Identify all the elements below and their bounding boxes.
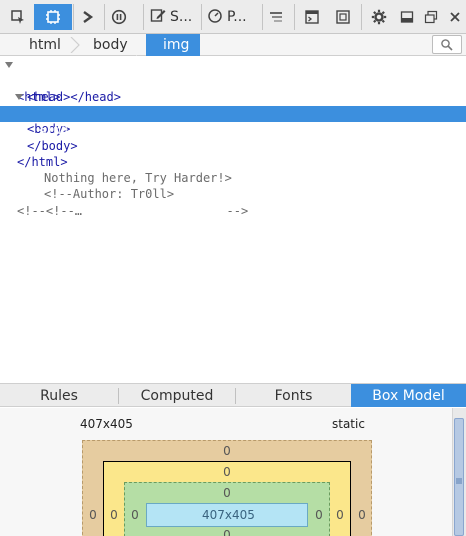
performance-tab[interactable]: P...: [207, 4, 261, 30]
markup-node-head[interactable]: <head></head>: [0, 73, 466, 104]
border-right-value[interactable]: 0: [330, 508, 350, 522]
grip-icon: [456, 478, 462, 484]
stopwatch-icon: [207, 7, 223, 27]
markup-view: <html> <head></head> <body> <img src="tr…: [0, 57, 466, 382]
markup-node-img[interactable]: <img src="tr0ll_again.jpg"></img>: [0, 106, 466, 137]
margin-top-value[interactable]: 0: [217, 444, 237, 458]
tab-computed[interactable]: Computed: [119, 384, 235, 407]
console-tab-icon[interactable]: [76, 4, 100, 30]
box-position: static: [332, 417, 365, 431]
gear-icon[interactable]: [367, 4, 391, 30]
box-model-panel: 407x405 static 0 0 0 407x405 0 0 0 0 0 0…: [0, 408, 466, 536]
pencil-icon: [150, 7, 166, 27]
tab-fonts[interactable]: Fonts: [236, 384, 351, 407]
markup-node-html[interactable]: <html>: [0, 57, 466, 104]
markup-comment-node[interactable]: <!--Author: Tr0ll>: [0, 170, 466, 201]
sidebar-tabs: Rules Computed Fonts Box Model: [0, 383, 466, 407]
responsive-design-icon[interactable]: [331, 4, 355, 30]
padding-bottom-value[interactable]: 0: [217, 528, 237, 536]
margin-right-value[interactable]: 0: [352, 508, 372, 522]
devtools-toolbar: S... P...: [0, 0, 466, 34]
expand-triangle-icon[interactable]: [5, 62, 13, 68]
scrollbar-thumb[interactable]: [454, 418, 464, 536]
breadcrumb-item-html[interactable]: html: [29, 34, 61, 56]
box-dimensions: 407x405: [80, 417, 133, 431]
style-editor-label: S...: [170, 9, 193, 25]
tab-box-model[interactable]: Box Model: [351, 384, 466, 407]
search-icon: [441, 39, 453, 51]
close-icon[interactable]: [444, 4, 466, 30]
undock-window-icon[interactable]: [420, 4, 442, 30]
border-top-value[interactable]: 0: [217, 465, 237, 479]
markup-comment-node[interactable]: <!--<!--… -->: [0, 187, 466, 218]
breadcrumb-item-img[interactable]: img: [146, 34, 200, 56]
markup-node-body-close[interactable]: </body>: [0, 122, 466, 153]
style-editor-tab[interactable]: S...: [150, 4, 200, 30]
markup-node-html-close[interactable]: </html>: [0, 138, 466, 169]
performance-label: P...: [227, 9, 247, 25]
inspector-tab-icon[interactable]: [34, 4, 72, 30]
markup-text-node[interactable]: Nothing here, Try Harder!>: [0, 154, 466, 185]
border-left-value[interactable]: 0: [104, 508, 124, 522]
pick-element-icon[interactable]: [6, 4, 30, 30]
chevron-right-icon: [70, 37, 80, 53]
debugger-tab-icon[interactable]: [107, 4, 131, 30]
padding-top-value[interactable]: 0: [217, 486, 237, 500]
scratchpad-icon[interactable]: [300, 4, 324, 30]
margin-left-value[interactable]: 0: [83, 508, 103, 522]
tab-rules[interactable]: Rules: [0, 384, 118, 407]
dock-bottom-icon[interactable]: [396, 4, 418, 30]
padding-left-value[interactable]: 0: [125, 508, 145, 522]
padding-right-value[interactable]: 0: [309, 508, 329, 522]
breadcrumb: html body img: [0, 34, 466, 56]
box-model-scrollbar[interactable]: [452, 408, 466, 536]
network-tab-icon[interactable]: [264, 4, 288, 30]
expand-triangle-icon[interactable]: [15, 94, 23, 100]
markup-node-body[interactable]: <body>: [0, 89, 466, 136]
search-input[interactable]: [432, 35, 462, 54]
breadcrumb-item-body[interactable]: body: [93, 34, 128, 56]
content-size-value[interactable]: 407x405: [202, 508, 255, 522]
